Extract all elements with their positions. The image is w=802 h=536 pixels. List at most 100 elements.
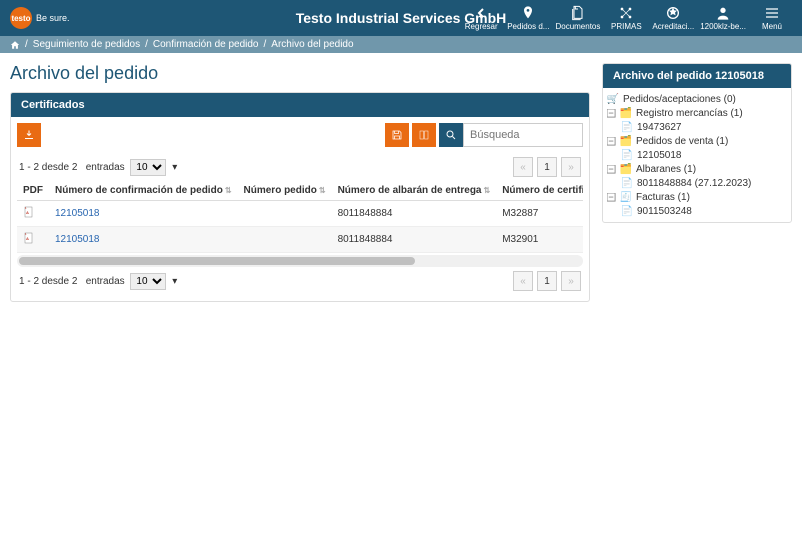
tree-node-pedidos[interactable]: 🛒 Pedidos/aceptaciones (0) — [607, 92, 787, 106]
cell-cert: M32901 — [496, 227, 583, 253]
search-icon — [445, 129, 457, 141]
entries-dropdown-caret: ▾ — [172, 162, 177, 173]
invoice-icon: 🧾 — [620, 191, 632, 203]
table-row: A 12105018 8011848884 M32887 13618682i i… — [17, 201, 583, 227]
tree-node-albaranes[interactable]: 🗂️ Albaranes (1) — [607, 162, 787, 176]
entries-select[interactable]: 10 — [130, 159, 166, 176]
tree-label: Facturas (1) — [636, 192, 690, 203]
save-icon — [391, 129, 403, 141]
page-number[interactable]: 1 — [537, 271, 557, 291]
next-page[interactable]: » — [561, 271, 581, 291]
menu-icon — [764, 5, 780, 21]
collapse-icon[interactable] — [607, 137, 616, 146]
folder-icon: 🗂️ — [620, 163, 632, 175]
documents-icon — [570, 5, 586, 21]
entries-select[interactable]: 10 — [130, 273, 166, 290]
nav-menu[interactable]: Menú — [752, 5, 792, 31]
pdf-icon[interactable]: A — [23, 231, 35, 245]
collapse-icon[interactable] — [607, 109, 616, 118]
nav-icons: Regresar Pedidos d... Documentos PRIMAS … — [461, 5, 792, 31]
conf-link[interactable]: 12105018 — [55, 234, 100, 245]
tree-node-facturas[interactable]: 🧾 Facturas (1) — [607, 190, 787, 204]
prev-page[interactable]: « — [513, 271, 533, 291]
nav-orders[interactable]: Pedidos d... — [507, 5, 549, 31]
certificates-panel: Certificados — [10, 92, 590, 302]
collapse-icon[interactable] — [607, 165, 616, 174]
crumb-link[interactable]: Confirmación de pedido — [153, 39, 259, 50]
tree-leaf[interactable]: 📄 12105018 — [607, 148, 787, 162]
tree-node-registro[interactable]: 🗂️ Registro mercancías (1) — [607, 106, 787, 120]
toolbar — [17, 123, 583, 147]
pdf-icon: 📄 — [621, 121, 633, 133]
pager-info: 1 - 2 desde 2 — [19, 162, 77, 173]
nav-label: PRIMAS — [611, 22, 642, 31]
nav-user[interactable]: 1200klz-be... — [700, 5, 746, 31]
nav-primas[interactable]: PRIMAS — [606, 5, 646, 31]
collapse-icon[interactable] — [607, 193, 616, 202]
entries-label: entradas — [86, 162, 125, 173]
tree-leaf[interactable]: 📄 8011848884 (27.12.2023) — [607, 176, 787, 190]
crumb-link[interactable]: Seguimiento de pedidos — [33, 39, 140, 50]
tree-leaf[interactable]: 📄 19473627 — [607, 120, 787, 134]
download-icon — [23, 129, 35, 141]
folder-icon: 🗂️ — [620, 107, 632, 119]
tree-label: Pedidos de venta (1) — [636, 136, 728, 147]
cell-ped — [238, 201, 332, 227]
nav-label: Documentos — [555, 22, 600, 31]
columns-button[interactable] — [412, 123, 436, 147]
tree-label: 9011503248 — [637, 206, 692, 217]
home-icon[interactable] — [10, 40, 20, 50]
pdf-icon: 📄 — [621, 205, 633, 217]
cell-alb: 8011848884 — [332, 201, 497, 227]
col-pdf[interactable]: PDF — [17, 181, 49, 201]
user-icon — [715, 5, 731, 21]
entries-label: entradas — [86, 276, 125, 287]
cell-alb: 8011848884 — [332, 227, 497, 253]
logo: testo Be sure. — [10, 7, 70, 29]
nav-label: 1200klz-be... — [700, 22, 746, 31]
panel-title: Certificados — [11, 93, 589, 117]
page-number[interactable]: 1 — [537, 157, 557, 177]
columns-icon — [418, 129, 430, 141]
app-title: Testo Industrial Services GmbH — [296, 10, 507, 26]
tree-label: Pedidos/aceptaciones (0) — [623, 94, 736, 105]
order-file-panel: Archivo del pedido 12105018 🛒 Pedidos/ac… — [602, 63, 792, 223]
tree-leaf[interactable]: 📄 9011503248 — [607, 204, 787, 218]
cell-ped — [238, 227, 332, 253]
nav-label: Pedidos d... — [507, 22, 549, 31]
breadcrumb: / Seguimiento de pedidos / Confirmación … — [0, 36, 802, 53]
nav-docs[interactable]: Documentos — [555, 5, 600, 31]
cell-cert: M32887 — [496, 201, 583, 227]
save-button[interactable] — [385, 123, 409, 147]
search-input[interactable] — [463, 123, 583, 147]
nav-label: Acreditaci... — [652, 22, 694, 31]
nav-accred[interactable]: Acreditaci... — [652, 5, 694, 31]
col-alb[interactable]: Número de albarán de entrega⇅ — [332, 181, 497, 201]
next-page[interactable]: » — [561, 157, 581, 177]
primas-icon — [618, 5, 634, 21]
tree-label: Registro mercancías (1) — [636, 108, 743, 119]
crumb-current: Archivo del pedido — [271, 39, 353, 50]
search-button[interactable] — [439, 123, 463, 147]
pager-bottom: 1 - 2 desde 2 entradas 10 ▾ « 1 » — [17, 267, 583, 295]
tree-label: Albaranes (1) — [636, 164, 696, 175]
panel-title: Archivo del pedido 12105018 — [603, 64, 791, 88]
pdf-icon: 📄 — [621, 149, 633, 161]
top-bar: testo Be sure. Testo Industrial Services… — [0, 0, 802, 36]
col-conf[interactable]: Número de confirmación de pedido⇅ — [49, 181, 238, 201]
tree-label: 12105018 — [637, 150, 682, 161]
download-button[interactable] — [17, 123, 41, 147]
folder-icon: 🗂️ — [620, 135, 632, 147]
pdf-icon[interactable]: A — [23, 205, 35, 219]
prev-page[interactable]: « — [513, 157, 533, 177]
table-scroll: PDF Número de confirmación de pedido⇅ Nú… — [17, 181, 583, 267]
col-cert[interactable]: Número de certificado⇅ — [496, 181, 583, 201]
col-ped[interactable]: Número pedido⇅ — [238, 181, 332, 201]
horizontal-scrollbar[interactable] — [17, 255, 583, 267]
conf-link[interactable]: 12105018 — [55, 208, 100, 219]
nav-label: Menú — [762, 22, 782, 31]
logo-tagline: Be sure. — [36, 13, 70, 23]
svg-text:A: A — [26, 210, 29, 215]
pin-icon — [520, 5, 536, 21]
tree-node-venta[interactable]: 🗂️ Pedidos de venta (1) — [607, 134, 787, 148]
